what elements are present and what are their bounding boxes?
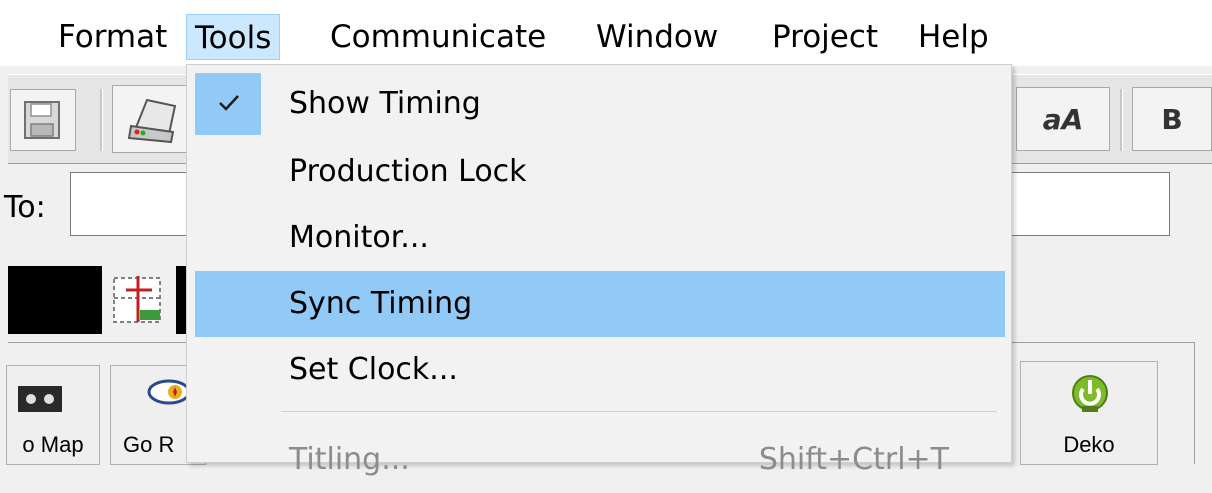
check-highlight (195, 73, 261, 135)
menu-item-label: Production Lock (289, 154, 527, 189)
menu-item-set-clock[interactable]: Set Clock... (195, 337, 1005, 403)
tools-dropdown-menu: Show Timing Production Lock Monitor... S… (186, 64, 1012, 477)
map-button-label: o Map (22, 432, 84, 457)
menu-communicate[interactable]: Communicate (322, 14, 554, 60)
menu-separator (281, 411, 997, 412)
menu-format[interactable]: Format (50, 14, 175, 60)
toolbar-separator (1120, 89, 1123, 151)
preview-box (8, 266, 102, 334)
menu-project[interactable]: Project (764, 14, 886, 60)
font-case-label: aA (1042, 102, 1084, 136)
menu-item-label: Monitor... (289, 220, 429, 255)
bold-label: B (1161, 102, 1183, 136)
menu-bar: Format Tools Communicate Window Project … (0, 0, 1212, 66)
font-case-button[interactable]: aA (1016, 87, 1110, 151)
save-button[interactable] (10, 89, 76, 151)
save-icon (24, 101, 60, 139)
menu-item-shortcut: Shift+Ctrl+T (758, 442, 949, 477)
grid-position-icon[interactable] (112, 272, 166, 326)
checkmark-icon (219, 95, 239, 111)
menu-item-production-lock[interactable]: Production Lock (195, 139, 1005, 205)
printer-icon (127, 98, 177, 144)
menu-item-titling[interactable]: Titling... Shift+Ctrl+T (195, 427, 1005, 493)
menu-edit-partial[interactable] (0, 14, 14, 60)
menu-item-sync-timing[interactable]: Sync Timing (195, 271, 1005, 337)
to-label: To: (4, 190, 46, 225)
menu-item-label: Show Timing (289, 86, 481, 121)
menu-item-label: Sync Timing (289, 286, 473, 321)
deko-button[interactable]: Deko (1020, 361, 1158, 465)
map-button[interactable]: o Map (6, 365, 100, 465)
deko-button-label: Deko (1063, 432, 1115, 457)
toolbar-separator (100, 89, 103, 151)
menu-item-label: Titling... (289, 442, 410, 477)
tape-icon (18, 386, 62, 412)
go-icon (147, 379, 191, 405)
menu-window[interactable]: Window (588, 14, 726, 60)
menu-item-show-timing[interactable]: Show Timing (195, 71, 1005, 137)
menu-item-label: Set Clock... (289, 352, 458, 387)
deko-icon (1072, 375, 1108, 412)
menu-help[interactable]: Help (910, 14, 997, 60)
bold-button[interactable]: B (1132, 87, 1212, 151)
menu-tools[interactable]: Tools (186, 14, 281, 60)
menu-item-monitor[interactable]: Monitor... (195, 205, 1005, 271)
